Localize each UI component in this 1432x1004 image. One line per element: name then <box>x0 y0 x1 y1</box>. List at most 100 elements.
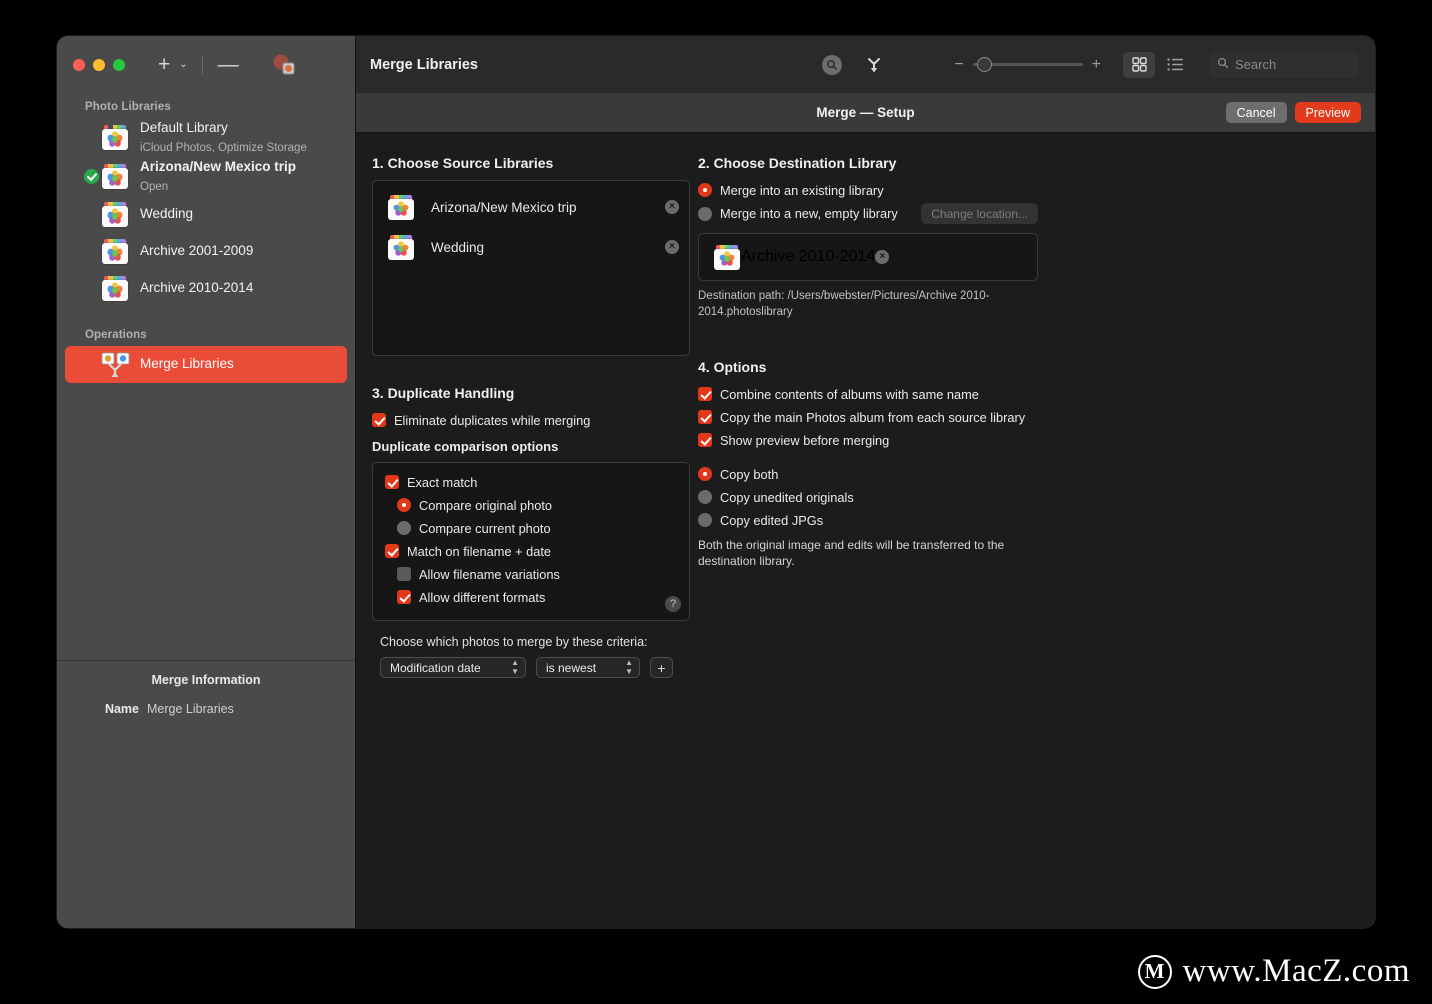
copy-edited-jpgs-row[interactable]: Copy edited JPGs <box>698 510 1038 530</box>
sidebar-toolbar: + ⌄ — <box>57 36 355 93</box>
sidebar: + ⌄ — Photo Libraries Default Library iC… <box>57 36 356 928</box>
zoom-slider-track[interactable] <box>972 57 1083 72</box>
remove-destination-library-button[interactable]: × <box>875 250 890 264</box>
sidebar-item-archive-2010-2014[interactable]: Archive 2010-2014 <box>65 270 347 307</box>
criteria-field-select[interactable]: Modification date ▲ ▼ <box>380 657 526 678</box>
zoom-out-icon[interactable]: − <box>954 56 963 73</box>
traffic-lights <box>73 58 125 71</box>
add-library-button[interactable]: + <box>154 52 174 77</box>
cancel-button[interactable]: Cancel <box>1225 102 1287 123</box>
compare-current-photo-row[interactable]: Compare current photo <box>397 518 677 538</box>
remove-source-library-button[interactable]: × <box>665 200 679 214</box>
sidebar-item-default-library[interactable]: Default Library iCloud Photos, Optimize … <box>65 118 347 157</box>
chevron-down-icon[interactable]: ⌄ <box>176 59 190 70</box>
photo-library-icon <box>101 202 129 227</box>
minimize-button[interactable] <box>93 58 105 71</box>
sidebar-item-merge-libraries[interactable]: Merge Libraries <box>65 346 347 383</box>
copy-unedited-originals-radio[interactable] <box>698 490 712 505</box>
source-library-name: Wedding <box>431 239 485 255</box>
grid-view-icon[interactable] <box>1123 51 1155 78</box>
search-icon <box>1217 56 1229 74</box>
sidebar-item-title: Archive 2001-2009 <box>140 243 254 259</box>
merge-information-name-value: Merge Libraries <box>147 702 234 716</box>
merge-libraries-icon <box>101 352 130 377</box>
copy-both-radio[interactable] <box>698 467 712 482</box>
duplicate-comparison-options-box: Exact match Compare original photo Compa… <box>372 462 690 621</box>
criteria-comparator-select[interactable]: is newest ▲ ▼ <box>536 657 640 678</box>
copy-both-row[interactable]: Copy both <box>698 464 1038 484</box>
sidebar-item-arizona-new-mexico-trip[interactable]: Arizona/New Mexico trip Open <box>65 157 347 196</box>
merge-new-library-row[interactable]: Merge into a new, empty library Change l… <box>698 203 1038 224</box>
zoom-button[interactable] <box>113 58 125 71</box>
zoom-slider-control[interactable]: − + <box>954 56 1101 73</box>
copy-unedited-originals-label: Copy unedited originals <box>720 489 854 505</box>
main-area: Merge Libraries − + Search Merge — Setup… <box>356 36 1375 928</box>
zoom-in-icon[interactable]: + <box>1092 56 1101 73</box>
preview-button[interactable]: Preview <box>1294 102 1361 123</box>
copy-main-album-checkbox[interactable] <box>698 410 712 425</box>
copy-main-album-label: Copy the main Photos album from each sou… <box>720 409 1026 425</box>
show-preview-row[interactable]: Show preview before merging <box>698 430 1038 450</box>
allow-filename-variations-row[interactable]: Allow filename variations <box>397 564 677 584</box>
photo-library-icon <box>101 125 129 150</box>
merge-existing-library-row[interactable]: Merge into an existing library <box>698 180 1038 200</box>
source-library-name: Arizona/New Mexico trip <box>431 199 577 215</box>
merge-information-title: Merge Information <box>151 673 261 687</box>
merge-libraries-icon[interactable] <box>271 54 297 76</box>
copy-main-album-row[interactable]: Copy the main Photos album from each sou… <box>698 407 1038 427</box>
allow-filename-variations-checkbox[interactable] <box>397 567 411 581</box>
exact-match-checkbox[interactable] <box>385 475 399 489</box>
combine-albums-row[interactable]: Combine contents of albums with same nam… <box>698 384 1038 404</box>
copy-edited-jpgs-label: Copy edited JPGs <box>720 512 824 528</box>
destination-library-box[interactable]: Archive 2010-2014 × <box>698 233 1038 281</box>
merge-arrows-icon[interactable] <box>864 55 884 75</box>
compare-current-photo-radio[interactable] <box>397 521 411 535</box>
criteria-comparator-value: is newest <box>546 660 597 675</box>
setup-title: Merge — Setup <box>816 105 915 120</box>
show-preview-label: Show preview before merging <box>720 432 890 448</box>
photo-library-icon <box>387 194 415 220</box>
compare-original-photo-radio[interactable] <box>397 498 411 512</box>
sidebar-item-subtitle: Open <box>140 180 169 193</box>
sidebar-item-archive-2001-2009[interactable]: Archive 2001-2009 <box>65 233 347 270</box>
exact-match-row[interactable]: Exact match <box>385 472 677 492</box>
stepper-icon: ▲ ▼ <box>511 658 519 676</box>
merge-existing-library-radio[interactable] <box>698 183 712 197</box>
criteria-label: Choose which photos to merge by these cr… <box>380 635 648 649</box>
change-location-button[interactable]: Change location... <box>921 203 1038 224</box>
remove-library-button[interactable]: — <box>214 52 243 77</box>
copy-unedited-originals-row[interactable]: Copy unedited originals <box>698 487 1038 507</box>
stepper-icon: ▲ ▼ <box>625 658 633 676</box>
search-input[interactable]: Search <box>1209 51 1359 78</box>
source-libraries-list[interactable]: Arizona/New Mexico trip × Wedding × <box>372 180 690 356</box>
allow-different-formats-checkbox[interactable] <box>397 590 411 604</box>
main-toolbar: Merge Libraries − + Search <box>356 36 1375 93</box>
remove-source-library-button[interactable]: × <box>665 240 679 254</box>
close-button[interactable] <box>73 58 85 71</box>
merge-new-library-radio[interactable] <box>698 206 712 221</box>
compare-current-photo-label: Compare current photo <box>419 520 551 536</box>
compare-original-photo-label: Compare original photo <box>419 497 553 513</box>
sidebar-item-title: Merge Libraries <box>140 356 234 372</box>
add-criteria-button[interactable]: + <box>650 657 673 678</box>
compare-original-photo-row[interactable]: Compare original photo <box>397 495 677 515</box>
show-preview-checkbox[interactable] <box>698 433 712 448</box>
match-filename-date-row[interactable]: Match on filename + date <box>385 541 677 561</box>
merge-new-library-label: Merge into a new, empty library <box>720 206 898 221</box>
match-filename-date-checkbox[interactable] <box>385 544 399 558</box>
list-view-icon[interactable] <box>1159 52 1191 78</box>
copy-edited-jpgs-radio[interactable] <box>698 513 712 528</box>
zoom-slider-knob[interactable] <box>976 57 992 72</box>
allow-different-formats-row[interactable]: Allow different formats <box>397 587 677 607</box>
help-icon[interactable]: ? <box>665 596 681 612</box>
eliminate-duplicates-row[interactable]: Eliminate duplicates while merging <box>372 410 690 430</box>
sidebar-item-wedding[interactable]: Wedding <box>65 196 347 233</box>
magnifier-circle-icon[interactable] <box>822 54 843 75</box>
eliminate-duplicates-checkbox[interactable] <box>372 413 386 427</box>
sidebar-toolbar-actions: + ⌄ — <box>154 52 297 77</box>
allow-filename-variations-label: Allow filename variations <box>419 566 560 582</box>
combine-albums-checkbox[interactable] <box>698 387 712 402</box>
watermark: M www.MacZ.com <box>1137 953 1410 990</box>
list-item[interactable]: Wedding × <box>373 227 689 267</box>
list-item[interactable]: Arizona/New Mexico trip × <box>373 187 689 227</box>
